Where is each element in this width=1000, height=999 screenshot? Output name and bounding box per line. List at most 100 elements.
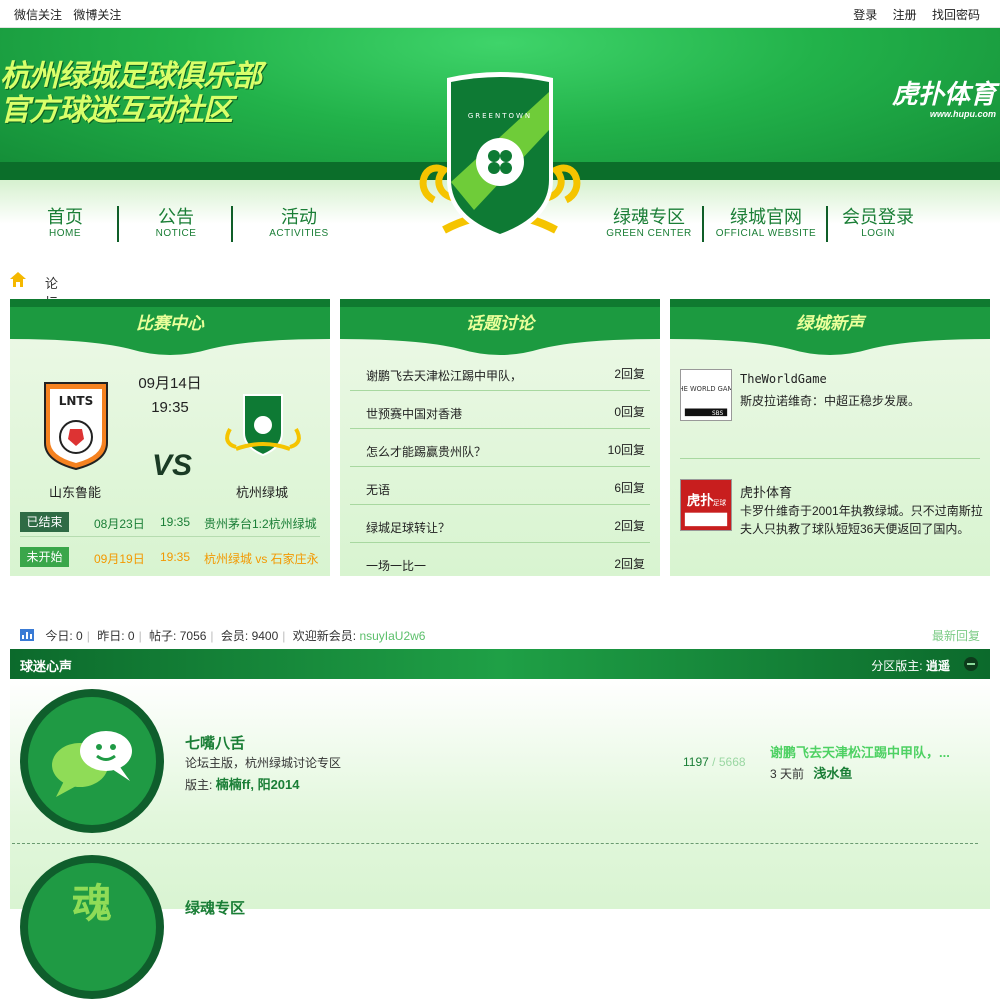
shandong-luneng-logo-icon[interactable]: LNTS: [43, 381, 109, 471]
topic-title[interactable]: 绿城足球转让？: [366, 519, 450, 536]
section-title[interactable]: 球迷心声: [20, 656, 72, 675]
stat-yesterday-label: 昨日:: [97, 629, 125, 643]
stat-welcome-label: 欢迎新会员:: [292, 629, 357, 643]
topic-item[interactable]: 怎么才能踢赢贵州队？ 10回复: [350, 429, 650, 467]
news-header: 绿城新声: [670, 299, 990, 363]
news-item[interactable]: 虎扑 足球 虎扑体育 卡罗什维奇于2001年执教绿城。只不过南斯拉夫人只执教了球…: [680, 479, 983, 549]
greentown-crest-icon: GREENTOWN: [419, 72, 581, 240]
forum-moderator-names[interactable]: 楠楠ff, 阳2014: [216, 777, 300, 792]
topic-title[interactable]: 怎么才能踢赢贵州队？: [366, 443, 486, 460]
theworldgame-logo-text: THE WORLD GAME: [680, 385, 732, 393]
social-links: 微信关注 微博关注: [14, 6, 129, 23]
forum-stats: 今日: 0 | 昨日: 0 | 帖子: 7056 | 会员: 9400 | 欢迎新会员:…: [20, 627, 425, 644]
match-row-result: 杭州绿城 vs 石家庄永: [204, 552, 319, 566]
news-item[interactable]: THE WORLD GAME SBS TheWorldGame 斯皮拉诺维奇：中…: [680, 369, 980, 459]
hangzhou-greentown-logo-icon[interactable]: [222, 393, 304, 459]
nav-green-center[interactable]: 绿魂专区 GREEN CENTER: [606, 206, 692, 239]
club-slogan: 杭州绿城足球俱乐部 官方球迷互动社区: [0, 60, 262, 128]
topic-item[interactable]: 世预赛中国对香港 0回复: [350, 391, 650, 429]
match-row-upcoming[interactable]: 未开始 09月19日 19:35 杭州绿城 vs 石家庄永: [20, 544, 320, 572]
nav-login-sublabel: LOGIN: [861, 228, 895, 239]
hupu-url: www.hupu.com: [929, 109, 996, 119]
nav-activities[interactable]: 活动 ACTIVITIES: [264, 206, 334, 239]
nav-official-website[interactable]: 绿城官网 OFFICIAL WEBSITE: [714, 206, 818, 239]
top-bar: 微信关注 微博关注 登录 注册 找回密码: [0, 0, 1000, 28]
green-soul-icon-text: 魂: [72, 881, 112, 927]
news-source[interactable]: 虎扑体育: [740, 482, 792, 501]
away-team-name[interactable]: 杭州绿城: [222, 482, 302, 501]
hupu-football-logo-icon[interactable]: 虎扑 足球: [680, 479, 732, 531]
sbs-logo-text: SBS: [712, 411, 723, 417]
match-row-time: 19:35: [160, 515, 191, 529]
status-badge-upcoming: 未开始: [20, 547, 69, 567]
match-row-finished[interactable]: 已结束 08月23日 19:35 贵州茅台1:2杭州绿城: [20, 509, 320, 537]
topic-item[interactable]: 一场一比一 2回复: [350, 543, 650, 581]
green-soul-icon[interactable]: 魂: [20, 855, 164, 999]
topic-title[interactable]: 谢鹏飞去天津松江踢中甲队，: [366, 367, 522, 384]
news-text: 卡罗什维奇于2001年执教绿城。只不过南斯拉夫人只执教了球队短短36天便返回了国…: [740, 504, 983, 536]
topic-item[interactable]: 谢鹏飞去天津松江踢中甲队， 2回复: [350, 353, 650, 391]
stat-today-value: 0: [76, 629, 83, 643]
match-row-date: 08月23日: [94, 517, 145, 531]
home-team-name[interactable]: 山东鲁能: [35, 482, 115, 501]
register-link[interactable]: 注册: [893, 8, 917, 22]
nav-home[interactable]: 首页 HOME: [35, 206, 95, 239]
recover-password-link[interactable]: 找回密码: [932, 8, 980, 22]
section-moderator-name[interactable]: 逍遥: [926, 659, 950, 673]
nav-activities-label: 活动: [281, 207, 317, 227]
new-member-link[interactable]: nsuyIaU2w6: [359, 629, 425, 643]
match-center-title: 比赛中心: [136, 314, 204, 333]
news-source[interactable]: TheWorldGame: [740, 372, 827, 386]
stat-members-label: 会员:: [220, 629, 249, 643]
status-badge-finished: 已结束: [20, 512, 69, 532]
theworldgame-logo-icon[interactable]: THE WORLD GAME SBS: [680, 369, 732, 421]
nav-notice-label: 公告: [158, 207, 194, 227]
topic-item[interactable]: 无语 6回复: [350, 467, 650, 505]
stat-posts-value: 7056: [179, 629, 207, 643]
nav-divider: [231, 206, 233, 242]
forum-row[interactable]: 魂 绿魂专区: [20, 845, 980, 999]
stat-members-value: 9400: [251, 629, 279, 643]
latest-replies-link[interactable]: 最新回复: [932, 627, 980, 644]
topics-panel: 话题讨论 谢鹏飞去天津松江踢中甲队， 2回复 世预赛中国对香港 0回复 怎么才能…: [340, 299, 660, 576]
topic-replies: 2回复: [614, 557, 645, 571]
topics-title: 话题讨论: [466, 314, 534, 333]
account-links: 登录 注册 找回密码: [841, 6, 980, 23]
forum-name[interactable]: 绿魂专区: [185, 897, 245, 918]
topic-replies: 6回复: [614, 481, 645, 495]
last-post-title[interactable]: 谢鹏飞去天津松江踢中甲队，...: [770, 742, 982, 761]
last-post-user[interactable]: 浅水鱼: [813, 766, 852, 781]
hupu-logo-text: 虎扑体育: [891, 79, 996, 109]
news-text: 斯皮拉诺维奇：中超正稳步发展。: [740, 394, 921, 408]
section-moderator-label: 分区版主:: [871, 659, 923, 673]
nav-activities-sublabel: ACTIVITIES: [269, 228, 329, 239]
home-icon[interactable]: [10, 272, 26, 287]
nav-login[interactable]: 会员登录 LOGIN: [838, 206, 918, 239]
luneng-logo-text: LNTS: [59, 394, 94, 408]
collapse-icon[interactable]: [964, 657, 978, 671]
chat-bubbles-icon[interactable]: [20, 689, 164, 833]
wechat-follow-link[interactable]: 微信关注: [14, 8, 62, 22]
section-moderator: 分区版主: 逍遥: [871, 657, 950, 674]
stat-today-label: 今日:: [45, 629, 73, 643]
nav-login-label: 会员登录: [842, 207, 914, 227]
crest-text: GREENTOWN: [468, 112, 532, 120]
login-link[interactable]: 登录: [853, 8, 877, 22]
weibo-follow-link[interactable]: 微博关注: [73, 8, 121, 22]
forum-row[interactable]: 七嘴八舌 论坛主版，杭州绿城讨论专区 版主: 楠楠ff, 阳2014 1197 …: [20, 679, 982, 833]
hupu-football-logo-text: 足球: [713, 498, 727, 507]
topic-title[interactable]: 世预赛中国对香港: [366, 405, 462, 422]
nav-notice[interactable]: 公告 NOTICE: [146, 206, 206, 239]
nav-divider: [826, 206, 828, 242]
nav-home-label: 首页: [47, 207, 83, 227]
forum-row-divider: [12, 843, 978, 844]
hupu-logo[interactable]: 虎扑体育 www.hupu.com: [892, 74, 996, 119]
forum-description: 论坛主版，杭州绿城讨论专区: [185, 756, 342, 770]
topic-item[interactable]: 绿城足球转让？ 2回复: [350, 505, 650, 543]
match-time: 19:35: [151, 399, 189, 416]
topic-title[interactable]: 无语: [366, 481, 390, 498]
stat-posts-label: 帖子:: [149, 629, 177, 643]
forum-name[interactable]: 七嘴八舌: [185, 732, 245, 753]
topic-title[interactable]: 一场一比一: [366, 557, 426, 574]
nav-green-center-label: 绿魂专区: [613, 207, 685, 227]
